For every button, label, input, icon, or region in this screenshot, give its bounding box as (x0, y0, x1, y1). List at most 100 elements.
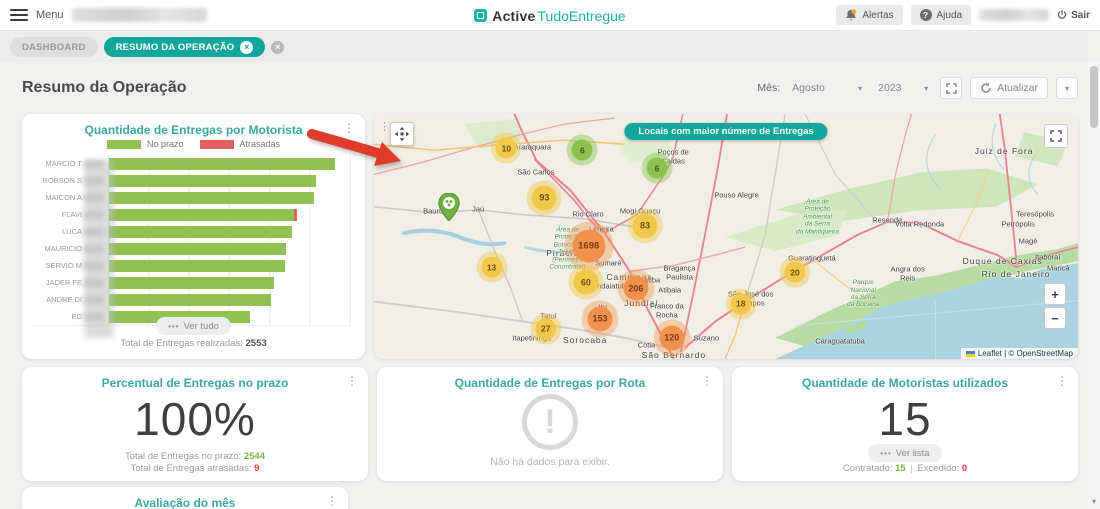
total-value: 2553 (245, 338, 267, 349)
driver-name: FLAVI (32, 210, 104, 219)
kpi-percent-value: 100% (134, 393, 256, 445)
tab-resumo-da-operacao[interactable]: RESUMO DA OPERAÇÃO × (103, 37, 266, 57)
scrollbar-down-icon[interactable]: ▾ (1088, 497, 1100, 506)
vertical-scrollbar[interactable]: ▾ (1088, 62, 1100, 509)
ellipsis-icon: ••• (168, 321, 180, 331)
map-cluster-marker[interactable]: 206 (623, 275, 649, 301)
redacted-name-tail (84, 159, 104, 168)
bar-no-prazo[interactable] (109, 293, 271, 306)
bar-track (108, 155, 351, 172)
driver-name: LUCA (32, 227, 104, 236)
card-menu-icon[interactable]: ⋮ (701, 375, 713, 387)
map-cluster-marker[interactable]: 1698 (572, 229, 606, 263)
map-cluster-marker[interactable]: 20 (784, 261, 806, 283)
ver-lista-button[interactable]: ••• Ver lista (868, 444, 942, 462)
menu-icon[interactable] (10, 9, 28, 21)
ukraine-flag-icon (965, 350, 975, 357)
month-label: Mês: (757, 82, 781, 94)
map-badge: Locais com maior número de Entregas (624, 123, 828, 140)
bar-row: LUCA (32, 223, 351, 240)
map-canvas[interactable] (374, 114, 1078, 359)
tab-dashboard[interactable]: DASHBOARD (10, 37, 98, 57)
logout-button[interactable]: Sair (1057, 10, 1090, 21)
bar-atrasadas[interactable] (294, 208, 297, 221)
card-menu-icon[interactable]: ⋮ (343, 122, 355, 134)
ver-tudo-button[interactable]: ••• Ver tudo (156, 317, 231, 335)
month-select[interactable]: Agosto ▾ (788, 79, 866, 97)
map-cluster-marker[interactable]: 18 (730, 293, 752, 315)
map-cluster-marker[interactable]: 60 (573, 269, 599, 295)
card-title: Quantidade de Motoristas utilizados (801, 376, 1009, 390)
map-cluster-marker[interactable]: 27 (535, 318, 557, 340)
refresh-button[interactable]: Atualizar (970, 77, 1048, 99)
no-data-icon: ! (522, 394, 578, 450)
bar-no-prazo[interactable] (109, 208, 295, 221)
bar-track (108, 172, 351, 189)
empty-state-text: Não há dados para exibir. (490, 456, 610, 468)
card-title: Quantidade de Entregas por Rota (454, 376, 646, 390)
redacted-name-tail (84, 244, 104, 253)
map-drag-handle-icon[interactable]: ⋮ (379, 120, 390, 133)
map-pin-marker[interactable] (438, 192, 461, 221)
scrollbar-thumb[interactable] (1090, 66, 1098, 128)
late-value: 9 (254, 463, 260, 474)
redacted-name-tail (84, 227, 104, 236)
cluster-pin-icon (438, 192, 461, 221)
month-value: Agosto (792, 82, 825, 94)
bar-no-prazo[interactable] (109, 157, 336, 170)
chart-legend: No prazo Atrasadas (22, 139, 365, 149)
attribution-text[interactable]: Leaflet | © OpenStreetMap (978, 349, 1073, 358)
redacted-name-tail (84, 210, 104, 219)
card-entregas-por-rota: Quantidade de Entregas por Rota ⋮ ! Não … (377, 367, 723, 481)
map-cluster-marker[interactable]: 93 (531, 185, 557, 211)
map-fullscreen-button[interactable] (1044, 124, 1068, 148)
refresh-options-button[interactable]: ▾ (1056, 77, 1078, 99)
bar-no-prazo[interactable] (109, 259, 285, 272)
map-cluster-marker[interactable]: 10 (495, 137, 517, 159)
tab-label: DASHBOARD (22, 41, 86, 53)
zoom-out-button[interactable]: − (1044, 307, 1066, 329)
card-menu-icon[interactable]: ⋮ (346, 375, 358, 387)
map-cluster-marker[interactable]: 120 (659, 325, 685, 351)
ver-lista-label: Ver lista (895, 447, 930, 459)
year-value: 2023 (878, 82, 902, 94)
map-cluster-marker[interactable]: 83 (632, 213, 658, 239)
pan-button[interactable] (390, 122, 414, 146)
bar-track (108, 206, 351, 223)
close-tab-icon[interactable]: × (240, 40, 254, 54)
year-select[interactable]: 2023 ▾ (874, 79, 932, 97)
bar-no-prazo[interactable] (109, 242, 286, 255)
bar-no-prazo[interactable] (109, 191, 314, 204)
bar-no-prazo[interactable] (109, 174, 316, 187)
bar-track (108, 257, 351, 274)
late-line: Total de Entregas atrasadas: 9 (22, 463, 368, 474)
bar-no-prazo[interactable] (109, 276, 274, 289)
tab-bar: DASHBOARD RESUMO DA OPERAÇÃO × × (0, 32, 1088, 62)
menu-label[interactable]: Menu (36, 9, 64, 21)
top-bar: Menu Active TudoEntregue Alertas ? Ajuda (0, 0, 1100, 31)
fullscreen-button[interactable] (940, 77, 963, 99)
app-window: Menu Active TudoEntregue Alertas ? Ajuda (0, 0, 1100, 509)
alerts-button[interactable]: Alertas (836, 5, 903, 25)
map-cluster-marker[interactable]: 6 (571, 139, 593, 161)
bar-row: ROBSON S (32, 172, 351, 189)
card-menu-icon[interactable]: ⋮ (326, 495, 338, 507)
zoom-in-button[interactable]: + (1044, 283, 1066, 305)
driver-name: MAICON A (32, 193, 104, 202)
close-all-tabs-icon[interactable]: × (271, 40, 285, 54)
on-time-label: Total de Entregas no prazo: (125, 451, 242, 462)
period-controls: Mês: Agosto ▾ 2023 ▾ Atualizar ▾ (757, 77, 1078, 99)
bar-track (108, 189, 351, 206)
bar-no-prazo[interactable] (109, 225, 293, 238)
card-menu-icon[interactable]: ⋮ (1056, 375, 1068, 387)
tab-label: RESUMO DA OPERAÇÃO (115, 41, 235, 53)
map-attribution: Leaflet | © OpenStreetMap (960, 348, 1078, 359)
bar-row: SERVIO M (32, 257, 351, 274)
redacted-name-tail (84, 193, 104, 202)
map-cluster-marker[interactable]: 13 (481, 256, 503, 278)
map-cluster-marker[interactable]: 6 (646, 157, 668, 179)
driver-name: ROBSON S (32, 176, 104, 185)
map-cluster-marker[interactable]: 153 (587, 306, 613, 332)
help-button[interactable]: ? Ajuda (910, 5, 972, 25)
logout-label: Sair (1071, 9, 1090, 21)
